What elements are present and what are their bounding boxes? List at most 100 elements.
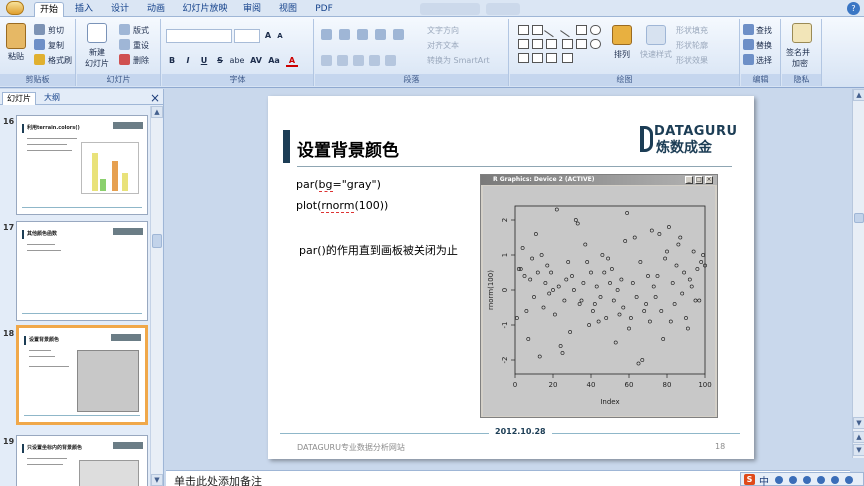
shape-rtriangle-icon[interactable] bbox=[532, 39, 543, 49]
shape-star-icon[interactable] bbox=[576, 39, 587, 49]
ime-punct-icon[interactable] bbox=[789, 476, 797, 484]
next-slide-icon[interactable]: ▼ bbox=[853, 444, 864, 456]
slide-title[interactable]: 设置背景颜色 bbox=[297, 136, 399, 161]
sign-label-2[interactable]: 加密 bbox=[792, 58, 808, 69]
shape-rect-icon[interactable] bbox=[518, 25, 529, 35]
scroll-thumb[interactable] bbox=[854, 213, 864, 223]
copy-icon[interactable] bbox=[34, 39, 45, 50]
shadow-button[interactable]: abe bbox=[228, 55, 246, 67]
font-color-button[interactable]: A bbox=[286, 55, 298, 67]
tab-home[interactable]: 开始 bbox=[34, 2, 64, 17]
tab-insert[interactable]: 插入 bbox=[70, 2, 98, 17]
font-size-combo[interactable] bbox=[234, 29, 260, 43]
smartart-label[interactable]: 转换为 SmartArt bbox=[427, 55, 490, 66]
select-icon[interactable] bbox=[743, 54, 754, 65]
paste-icon[interactable] bbox=[6, 23, 26, 49]
notes-placeholder[interactable]: 单击此处添加备注 bbox=[174, 473, 262, 486]
shape-brace-right-icon[interactable] bbox=[562, 53, 573, 63]
tab-animations[interactable]: 动画 bbox=[142, 2, 170, 17]
new-slide-label-1[interactable]: 新建 bbox=[89, 47, 105, 58]
columns-icon[interactable] bbox=[385, 55, 396, 66]
reset-label[interactable]: 重设 bbox=[133, 40, 149, 51]
scroll-down-icon[interactable]: ▼ bbox=[151, 474, 163, 486]
grow-font-button[interactable]: A bbox=[262, 30, 274, 42]
shape-bracket-icon[interactable] bbox=[546, 53, 557, 63]
pane-scrollbar[interactable]: ▲ ▼ bbox=[150, 106, 163, 486]
slide-thumbnail-16[interactable]: 利用terrain.colors() bbox=[16, 115, 148, 215]
sign-label-1[interactable]: 签名并 bbox=[786, 47, 810, 58]
scroll-up-icon[interactable]: ▲ bbox=[853, 89, 864, 101]
scroll-up-icon[interactable]: ▲ bbox=[151, 106, 163, 118]
shape-fill-label[interactable]: 形状填充 bbox=[676, 25, 708, 36]
quick-styles-icon[interactable] bbox=[646, 25, 666, 45]
delete-icon[interactable] bbox=[119, 54, 130, 65]
scroll-down-icon[interactable]: ▼ bbox=[853, 417, 864, 429]
line-spacing-icon[interactable] bbox=[393, 29, 404, 40]
shape-curve-icon[interactable] bbox=[518, 53, 529, 63]
cut-icon[interactable] bbox=[34, 24, 45, 35]
slide-thumbnail-17[interactable]: 其他颜色函数 bbox=[16, 221, 148, 321]
align-right-icon[interactable] bbox=[353, 55, 364, 66]
replace-icon[interactable] bbox=[743, 39, 754, 50]
paste-label[interactable]: 粘贴 bbox=[8, 51, 24, 62]
bold-button[interactable]: B bbox=[166, 55, 178, 67]
scroll-thumb[interactable] bbox=[152, 234, 162, 248]
underline-button[interactable]: U bbox=[198, 55, 210, 67]
sign-encrypt-icon[interactable] bbox=[792, 23, 812, 43]
prev-slide-icon[interactable]: ▲ bbox=[853, 431, 864, 443]
office-button[interactable] bbox=[2, 0, 28, 17]
layout-label[interactable]: 版式 bbox=[133, 25, 149, 36]
format-painter-icon[interactable] bbox=[34, 54, 45, 65]
arrange-icon[interactable] bbox=[612, 25, 632, 45]
tab-pdf[interactable]: PDF bbox=[310, 2, 338, 17]
shape-brace-icon[interactable] bbox=[532, 53, 543, 63]
ime-keyboard-icon[interactable] bbox=[803, 476, 811, 484]
layout-icon[interactable] bbox=[119, 24, 130, 35]
note-text[interactable]: par()的作用直到画板被关闭为止 bbox=[299, 242, 459, 260]
shape-smile-icon[interactable] bbox=[590, 39, 601, 49]
find-icon[interactable] bbox=[743, 24, 754, 35]
tab-view[interactable]: 视图 bbox=[274, 2, 302, 17]
ime-user-icon[interactable] bbox=[817, 476, 825, 484]
close-pane-icon[interactable]: × bbox=[150, 91, 160, 105]
shape-arrow-icon[interactable] bbox=[560, 22, 575, 38]
shape-oval-icon[interactable] bbox=[590, 25, 601, 35]
reset-icon[interactable] bbox=[119, 39, 130, 50]
ime-mode[interactable]: 中 bbox=[759, 473, 769, 486]
new-slide-label-2[interactable]: 幻灯片 bbox=[85, 58, 109, 69]
new-slide-icon[interactable] bbox=[87, 23, 107, 43]
tab-review[interactable]: 审阅 bbox=[238, 2, 266, 17]
ime-grid-icon[interactable] bbox=[845, 476, 853, 484]
cut-label[interactable]: 剪切 bbox=[48, 25, 64, 36]
slide-thumbnail-19[interactable]: 只设置坐标内的背景颜色 bbox=[16, 435, 148, 486]
shape-textbox-icon[interactable] bbox=[532, 25, 543, 35]
font-name-combo[interactable] bbox=[166, 29, 232, 43]
shape-outline-label[interactable]: 形状轮廓 bbox=[676, 40, 708, 51]
editor-scrollbar[interactable]: ▲ ▼ ▲ ▼ bbox=[852, 89, 864, 458]
shape-rect2-icon[interactable] bbox=[576, 25, 587, 35]
tab-slideshow[interactable]: 幻灯片放映 bbox=[178, 2, 232, 17]
numbering-icon[interactable] bbox=[339, 29, 350, 40]
align-left-icon[interactable] bbox=[321, 55, 332, 66]
shape-triangle-icon[interactable] bbox=[518, 39, 529, 49]
format-painter-label[interactable]: 格式刷 bbox=[48, 55, 72, 66]
tab-design[interactable]: 设计 bbox=[106, 2, 134, 17]
find-label[interactable]: 查找 bbox=[756, 25, 772, 36]
shrink-font-button[interactable]: A bbox=[274, 30, 286, 42]
strike-button[interactable]: S bbox=[214, 55, 226, 67]
quick-styles-label[interactable]: 快速样式 bbox=[640, 49, 672, 60]
select-label[interactable]: 选择 bbox=[756, 55, 772, 66]
delete-label[interactable]: 删除 bbox=[133, 55, 149, 66]
shape-arrow-down-icon[interactable] bbox=[562, 39, 573, 49]
decrease-indent-icon[interactable] bbox=[357, 29, 368, 40]
justify-icon[interactable] bbox=[369, 55, 380, 66]
bullets-icon[interactable] bbox=[321, 29, 332, 40]
ime-settings-icon[interactable] bbox=[831, 476, 839, 484]
shape-line-icon[interactable] bbox=[544, 22, 559, 38]
code-line-1[interactable]: par(bg="gray") bbox=[296, 178, 381, 192]
copy-label[interactable]: 复制 bbox=[48, 40, 64, 51]
help-icon[interactable]: ? bbox=[847, 2, 860, 15]
align-text-label[interactable]: 对齐文本 bbox=[427, 40, 459, 51]
replace-label[interactable]: 替换 bbox=[756, 40, 772, 51]
italic-button[interactable]: I bbox=[182, 55, 194, 67]
